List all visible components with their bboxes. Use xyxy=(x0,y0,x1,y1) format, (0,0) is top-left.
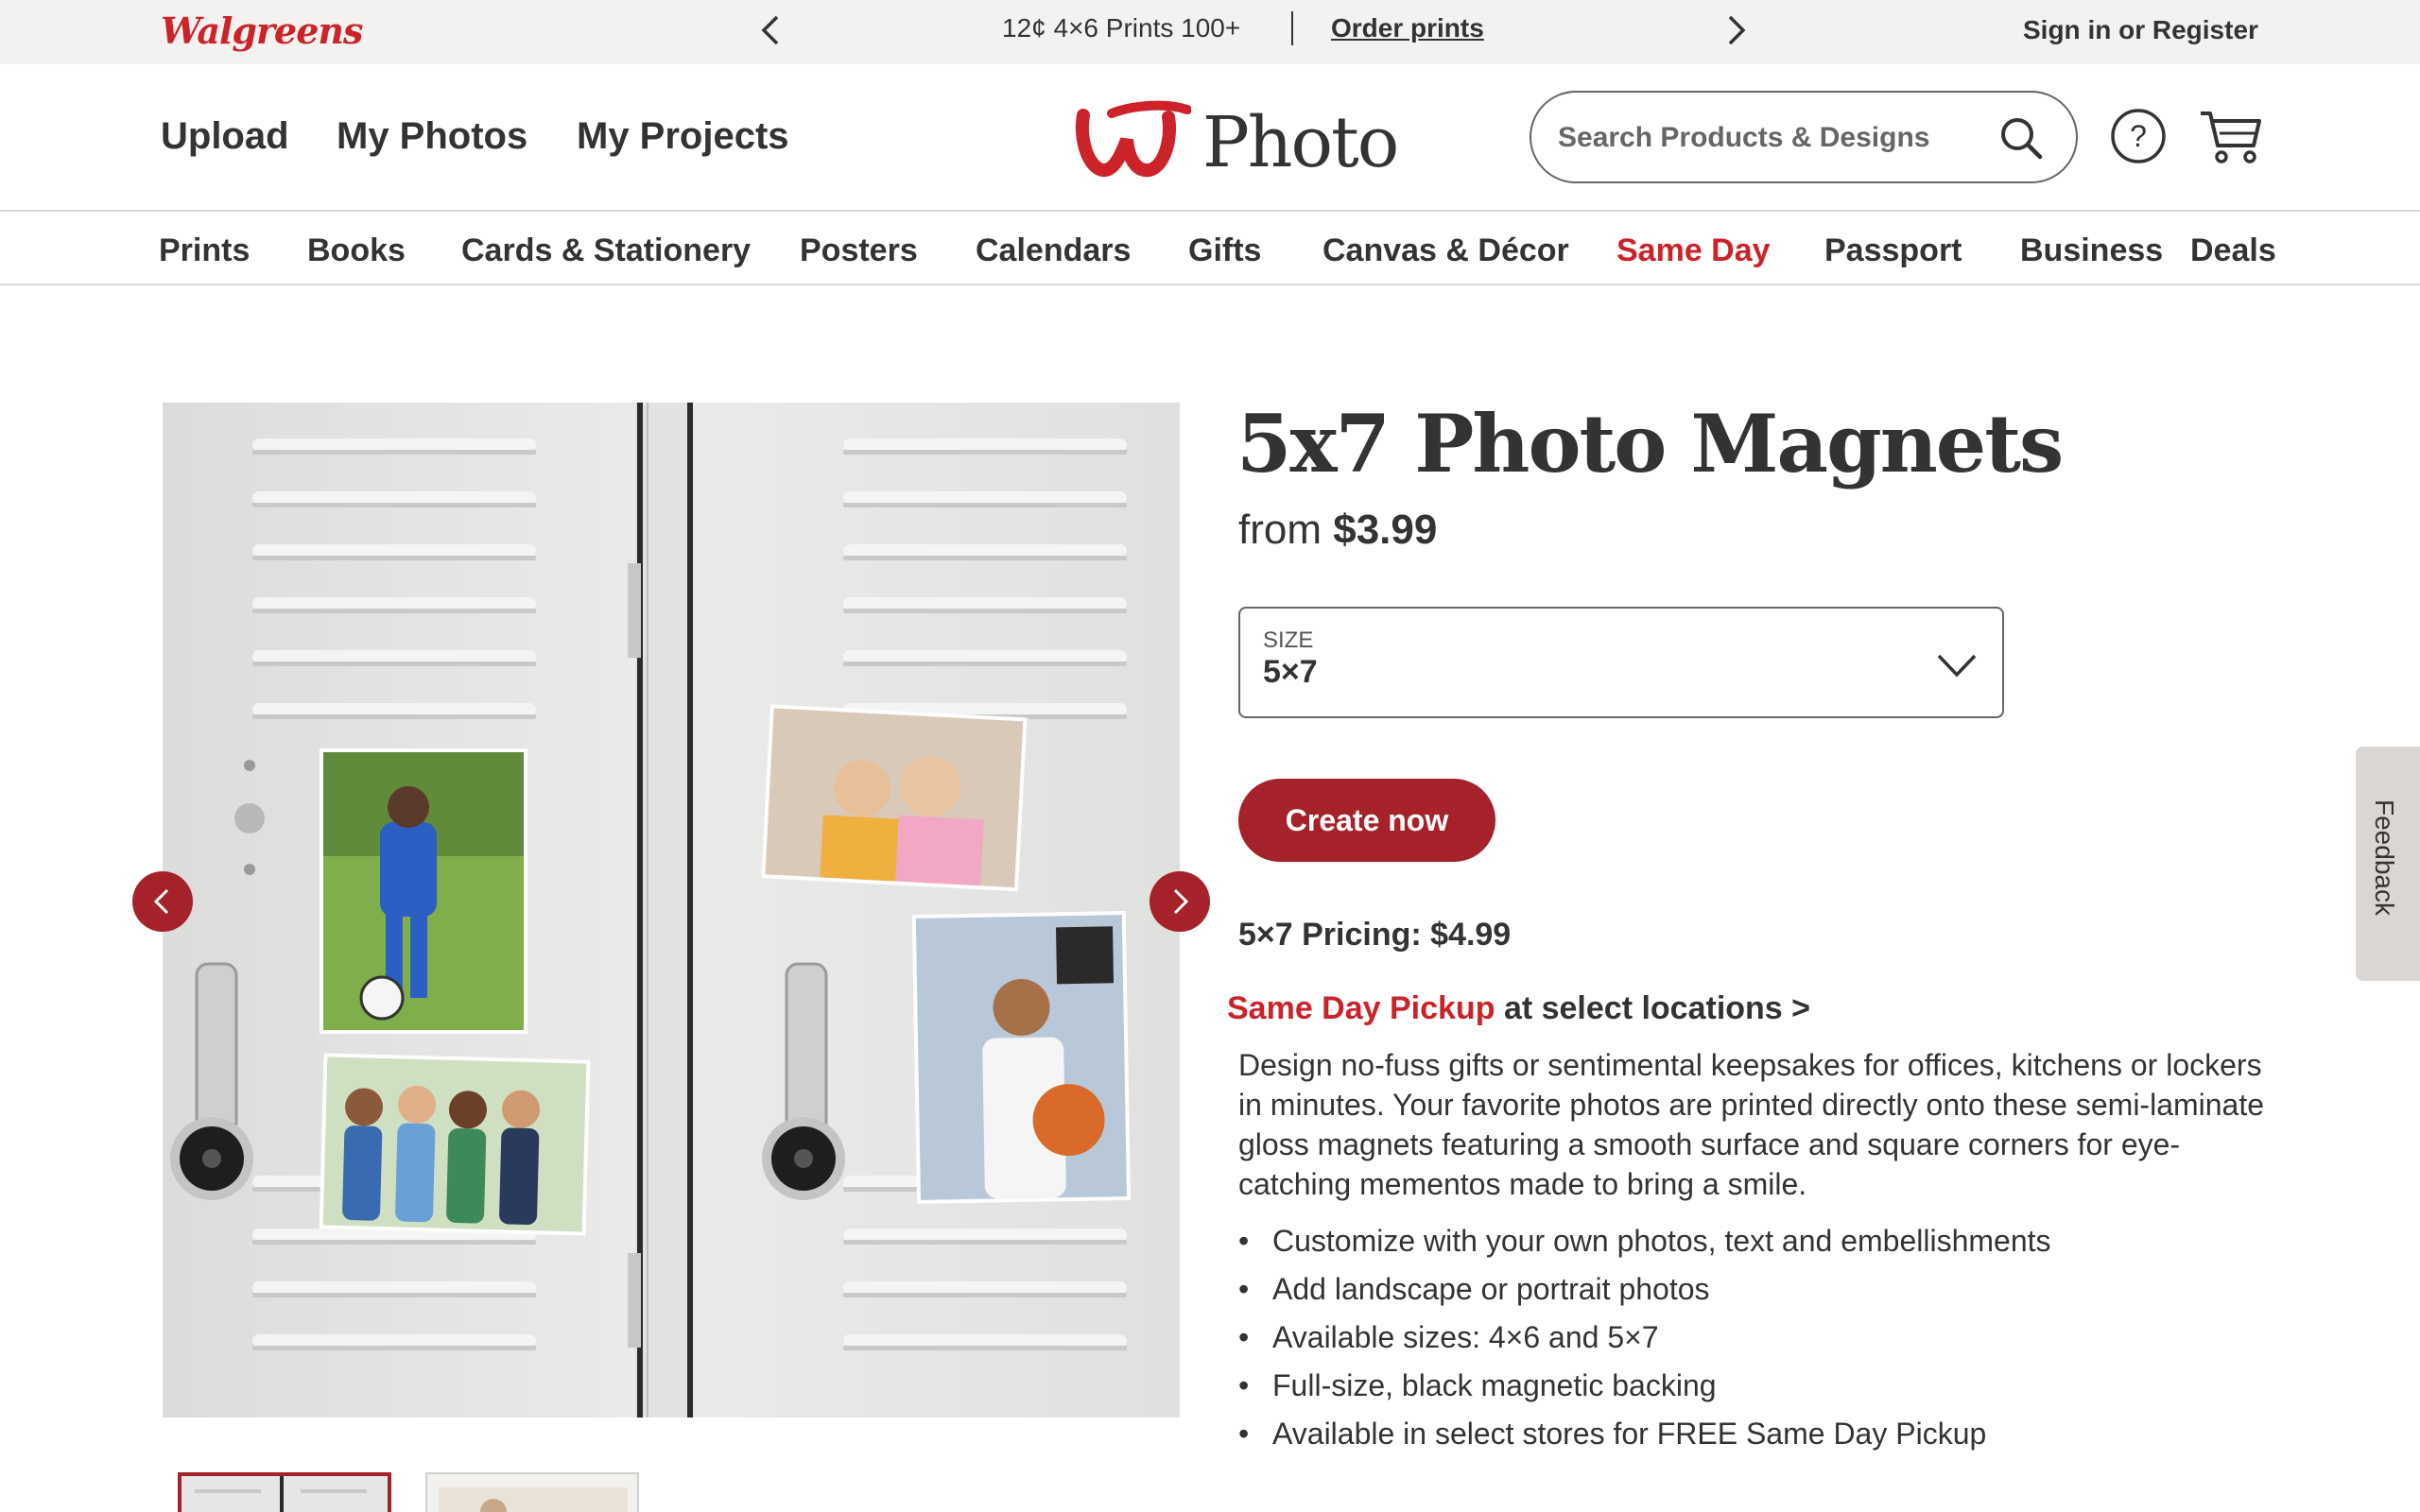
price-prefix: from xyxy=(1238,507,1322,553)
walgreens-w-logo-icon[interactable] xyxy=(1074,100,1192,178)
pickup-highlight: Same Day Pickup xyxy=(1227,990,1495,1026)
nav-my-photos[interactable]: My Photos xyxy=(337,115,527,158)
site-header: Upload My Photos My Projects Photo ? xyxy=(0,64,2420,212)
search-input[interactable] xyxy=(1558,112,1993,164)
chevron-left-icon xyxy=(153,888,169,915)
feature-item: Available in select stores for FREE Same… xyxy=(1238,1410,2278,1458)
locker-magnets-photo xyxy=(163,403,1180,1418)
chevron-right-icon xyxy=(1173,888,1189,915)
size-select[interactable]: SIZE 5×7 xyxy=(1238,607,2004,718)
help-icon[interactable]: ? xyxy=(2110,108,2167,164)
search-icon[interactable] xyxy=(1998,115,2044,161)
same-day-pickup-link[interactable]: Same Day Pickup at select locations > xyxy=(1227,990,1810,1027)
category-canvas-decor[interactable]: Canvas & Décor xyxy=(1322,232,1569,269)
feature-item: Add landscape or portrait photos xyxy=(1238,1265,2278,1314)
feedback-tab[interactable]: Feedback xyxy=(2356,747,2420,981)
feature-item: Available sizes: 4×6 and 5×7 xyxy=(1238,1314,2278,1362)
thumbnail-lifestyle-image xyxy=(427,1474,637,1512)
price-value: $3.99 xyxy=(1333,507,1438,553)
product-description: Design no-fuss gifts or sentimental keep… xyxy=(1238,1048,2265,1201)
chevron-down-icon xyxy=(1936,652,1978,679)
thumbnail-1[interactable] xyxy=(178,1472,391,1512)
image-next-button[interactable] xyxy=(1150,871,1210,932)
category-posters[interactable]: Posters xyxy=(800,232,918,269)
sign-in-register-link[interactable]: Sign in or Register xyxy=(2023,15,2258,45)
feature-item: Customize with your own photos, text and… xyxy=(1238,1217,2278,1265)
category-nav: Prints Books Cards & Stationery Posters … xyxy=(0,214,2420,285)
category-gifts[interactable]: Gifts xyxy=(1188,232,1261,269)
photo-logo-text[interactable]: Photo xyxy=(1202,102,1399,183)
thumbnail-2[interactable] xyxy=(425,1472,639,1512)
product-image xyxy=(163,403,1180,1418)
create-now-button[interactable]: Create now xyxy=(1238,779,1495,862)
promo-message: 12¢ 4×6 Prints 100+ xyxy=(1002,13,1241,43)
walgreens-logo[interactable]: Walgreens xyxy=(161,9,363,52)
promo-prev-chevron-left-icon[interactable] xyxy=(756,13,786,47)
pricing-note: 5×7 Pricing: $4.99 xyxy=(1238,917,1512,953)
category-deals[interactable]: Deals xyxy=(2190,232,2276,269)
category-prints[interactable]: Prints xyxy=(159,232,250,269)
category-business[interactable]: Business xyxy=(2020,232,2163,269)
promo-bar: Walgreens 12¢ 4×6 Prints 100+ Order prin… xyxy=(0,0,2420,64)
category-books[interactable]: Books xyxy=(307,232,406,269)
product-title: 5x7 Photo Magnets xyxy=(1236,397,2064,490)
category-cards-stationery[interactable]: Cards & Stationery xyxy=(461,232,751,269)
size-value: 5×7 xyxy=(1263,654,1318,690)
category-same-day[interactable]: Same Day xyxy=(1616,232,1771,269)
search-box xyxy=(1530,91,2078,183)
pickup-rest: at select locations > xyxy=(1503,990,1811,1026)
thumbnail-locker-image xyxy=(182,1476,388,1512)
image-prev-button[interactable] xyxy=(132,871,193,932)
svg-text:?: ? xyxy=(2130,119,2147,153)
order-prints-link[interactable]: Order prints xyxy=(1331,13,1484,43)
nav-upload[interactable]: Upload xyxy=(161,115,289,158)
promo-next-chevron-right-icon[interactable] xyxy=(1720,13,1751,47)
nav-my-projects[interactable]: My Projects xyxy=(577,115,789,158)
cart-icon[interactable] xyxy=(2199,108,2263,166)
promo-divider xyxy=(1291,11,1293,45)
size-label: SIZE xyxy=(1263,627,1314,653)
product-price: from $3.99 xyxy=(1238,507,1437,554)
category-calendars[interactable]: Calendars xyxy=(976,232,1131,269)
feature-item: Full-size, black magnetic backing xyxy=(1238,1362,2278,1410)
category-passport[interactable]: Passport xyxy=(1824,232,1962,269)
feedback-label: Feedback xyxy=(2370,799,2399,916)
feature-list: Customize with your own photos, text and… xyxy=(1238,1217,2278,1458)
